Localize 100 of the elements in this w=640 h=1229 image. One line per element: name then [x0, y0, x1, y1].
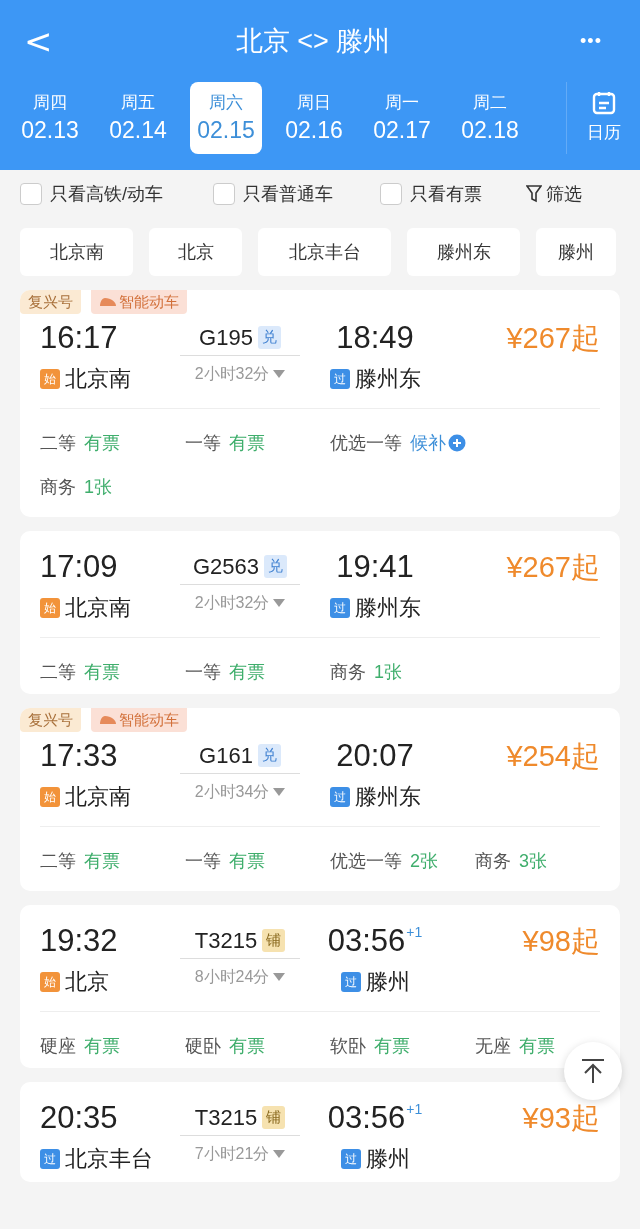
seat-class: 硬座 [40, 1034, 76, 1058]
checkbox[interactable] [20, 183, 42, 205]
seat-class: 二等 [40, 660, 76, 684]
station-badge: 过 [329, 368, 350, 389]
station-badge: 过 [40, 1148, 60, 1169]
station-badge: 过 [340, 971, 361, 992]
departure-time: 20:35 [40, 1100, 119, 1136]
train-number: G161 [199, 742, 253, 770]
station-badge: 始 [40, 368, 60, 389]
station-name: 滕州 [365, 968, 410, 996]
train-card[interactable]: 复兴号 智能动车 16:17 始 北京南 G195 兑 2小时32分 18:49 过 滕州东 ¥267起 二等 有票 一等 有票 优选一等 候补 商务 1张 [20, 290, 620, 517]
seat-availability: 有票 [84, 431, 120, 455]
seat-class: 硬卧 [185, 1034, 221, 1058]
seat-class: 优选一等 [330, 849, 402, 873]
station-badge: 始 [40, 786, 60, 807]
arrival-time: 18:49 [336, 320, 414, 356]
train-badge: 兑 [257, 326, 281, 349]
seat-availability: 有票 [229, 849, 265, 873]
station-name: 北京丰台 [65, 1145, 153, 1173]
train-number: T3215 [194, 927, 258, 955]
next-day-mark: +1 [406, 1100, 423, 1118]
caret-icon[interactable] [273, 1150, 286, 1158]
seat-class: 商务 [475, 849, 511, 873]
caret-icon[interactable] [273, 973, 286, 981]
station-badge: 始 [40, 597, 60, 618]
filter-icon [526, 185, 542, 203]
station-name: 滕州东 [354, 365, 421, 393]
seat-class: 二等 [40, 431, 76, 455]
seat-class: 二等 [40, 849, 76, 873]
seat-class: 优选一等 [330, 431, 402, 455]
seat-availability: 有票 [229, 1034, 265, 1058]
train-badge: 兑 [257, 744, 281, 767]
next-day-mark: +1 [406, 923, 423, 941]
duration: 8小时24分 [194, 967, 270, 987]
train-tag: 智能动车 [91, 290, 187, 314]
duration: 2小时34分 [194, 782, 270, 802]
station-badge: 始 [40, 971, 60, 992]
seat-class: 一等 [185, 431, 221, 455]
calendar-icon [590, 90, 617, 117]
seat-availability: 有票 [84, 660, 120, 684]
train-tag: 智能动车 [91, 708, 187, 732]
station-name: 滕州东 [354, 594, 421, 622]
seat-availability: 2张 [410, 849, 438, 873]
page-title: 北京 <> 滕州 [235, 24, 391, 58]
station-chip[interactable]: 滕州东 [407, 228, 520, 276]
seat-availability: 1张 [374, 660, 402, 684]
price: ¥98起 [522, 924, 600, 959]
seat-class: 软卧 [330, 1034, 366, 1058]
duration: 2小时32分 [194, 593, 270, 613]
seat-class: 商务 [330, 660, 366, 684]
arrival-time: 03:56 [327, 1100, 406, 1136]
duration: 7小时21分 [194, 1144, 270, 1164]
train-icon [99, 297, 117, 307]
price: ¥267起 [506, 550, 600, 585]
caret-icon[interactable] [273, 370, 286, 378]
station-badge: 过 [340, 1148, 361, 1169]
train-tag: 复兴号 [20, 708, 81, 732]
checkbox-label: 只看有票 [410, 182, 482, 206]
price: ¥254起 [506, 739, 600, 774]
station-name: 滕州 [365, 1145, 410, 1173]
arrow-up-icon [580, 1058, 606, 1084]
train-number: G195 [199, 324, 253, 352]
station-chip[interactable]: 北京南 [20, 228, 133, 276]
station-chip[interactable]: 滕州 [536, 228, 616, 276]
caret-icon[interactable] [273, 599, 286, 607]
date-tab[interactable]: 周六 02.15 [190, 82, 262, 154]
duration: 2小时32分 [194, 364, 270, 384]
station-name: 滕州东 [354, 783, 421, 811]
train-card[interactable]: 复兴号 智能动车 17:33 始 北京南 G161 兑 2小时34分 20:07 过 滕州东 ¥254起 二等 有票 一等 有票 优选一等 2张 商务 3张 [20, 708, 620, 891]
departure-time: 17:33 [40, 738, 119, 774]
checkbox-label: 只看高铁/动车 [50, 182, 163, 206]
price: ¥93起 [522, 1101, 600, 1136]
departure-time: 16:17 [40, 320, 119, 356]
seat-availability: 有票 [229, 431, 265, 455]
station-badge: 过 [329, 786, 350, 807]
train-card[interactable]: 17:09 始 北京南 G2563 兑 2小时32分 19:41 过 滕州东 ¥267起 二等 有票 一等 有票 商务 1张 [20, 531, 620, 694]
station-name: 北京南 [65, 594, 131, 622]
price: ¥267起 [506, 321, 600, 356]
station-name: 北京 [65, 968, 109, 996]
arrival-time: 20:07 [336, 738, 414, 774]
station-chip[interactable]: 北京丰台 [258, 228, 391, 276]
train-tag: 复兴号 [20, 290, 81, 314]
filter-button[interactable]: 筛选 [526, 180, 582, 208]
departure-time: 19:32 [40, 923, 119, 959]
seat-class: 一等 [185, 660, 221, 684]
plus-icon[interactable] [448, 434, 466, 452]
train-badge: 铺 [262, 929, 286, 952]
train-icon [99, 715, 117, 725]
seat-class: 一等 [185, 849, 221, 873]
caret-icon[interactable] [273, 788, 286, 796]
checkbox[interactable] [380, 183, 402, 205]
train-badge: 兑 [264, 555, 288, 578]
seat-availability: 有票 [519, 1034, 555, 1058]
station-name: 北京南 [65, 783, 131, 811]
departure-time: 17:09 [40, 549, 119, 585]
checkbox[interactable] [213, 183, 235, 205]
arrival-time: 19:41 [336, 549, 414, 585]
station-chip[interactable]: 北京 [149, 228, 242, 276]
seat-availability: 有票 [84, 1034, 120, 1058]
station-name: 北京南 [65, 365, 131, 393]
